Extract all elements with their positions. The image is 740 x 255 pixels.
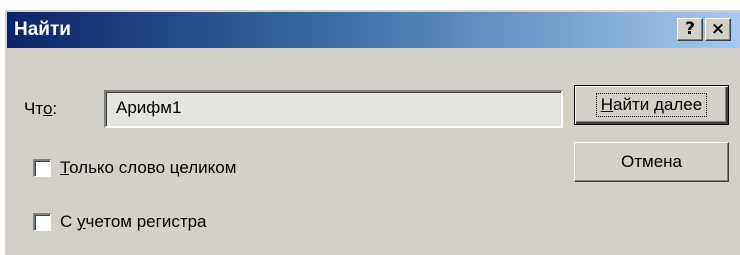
match-case-checkbox[interactable] [33,213,51,231]
match-case-label-pre: С [60,212,77,231]
match-case-label[interactable]: С учетом регистра [60,212,207,232]
whole-word-mnemonic: Т [60,158,70,177]
find-dialog: Найти ? × Что: Арифм1 Найти далее Отмена… [3,8,740,255]
find-what-input[interactable]: Арифм1 [104,90,563,128]
whole-word-label[interactable]: Только слово целиком [60,158,236,178]
match-case-mnemonic: у [77,212,86,231]
find-next-label-text: айти далее [613,95,703,114]
match-case-option[interactable]: С учетом регистра [33,210,207,234]
cancel-label: Отмена [621,152,682,171]
find-next-button[interactable]: Найти далее [574,85,729,125]
window-title: Найти [14,19,71,40]
whole-word-label-text: олько слово целиком [69,158,237,177]
close-icon: × [710,19,726,39]
title-bar[interactable]: Найти ? × [7,12,740,48]
match-case-label-text: четом регистра [85,212,207,231]
find-next-label: Найти далее [595,93,708,117]
whole-word-option[interactable]: Только слово целиком [33,156,236,180]
help-button[interactable]: ? [677,18,703,41]
find-next-mnemonic: Н [600,95,614,114]
find-what-label-text: Чт [24,99,43,118]
help-icon: ? [685,19,695,39]
find-what-label: Что: [24,99,57,119]
cancel-button[interactable]: Отмена [574,142,729,182]
find-what-label-colon: : [52,99,58,118]
find-what-mnemonic: о [42,99,53,118]
close-button[interactable]: × [705,18,731,41]
whole-word-checkbox[interactable] [33,159,51,177]
